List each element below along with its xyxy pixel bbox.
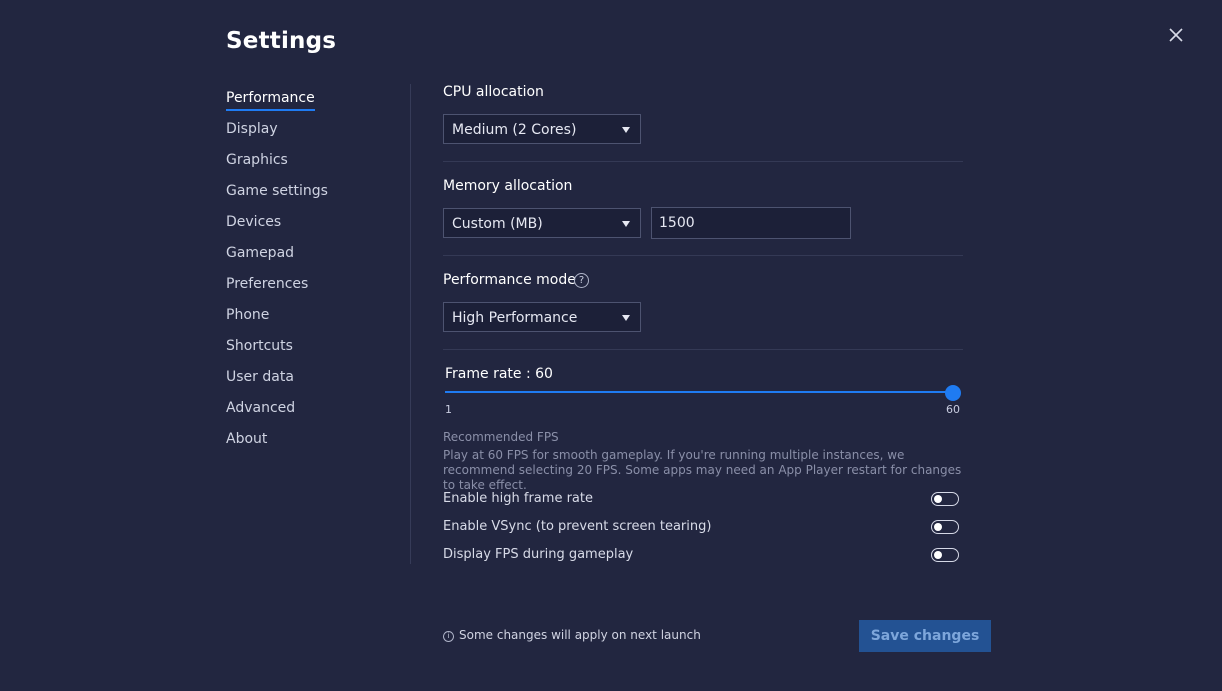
- nav-item-about[interactable]: About: [226, 431, 267, 453]
- page-title: Settings: [226, 28, 337, 54]
- recommended-fps-heading: Recommended FPS: [443, 430, 559, 444]
- toggle-label-display-fps: Display FPS during gameplay: [443, 547, 634, 562]
- close-icon[interactable]: [1166, 25, 1186, 45]
- performance-mode-value: High Performance: [452, 310, 578, 326]
- frame-rate-slider-track[interactable]: [445, 391, 953, 393]
- frame-rate-slider-handle[interactable]: [945, 385, 961, 401]
- recommended-fps-text: Play at 60 FPS for smooth gameplay. If y…: [443, 448, 962, 492]
- restart-note-text: Some changes will apply on next launch: [459, 628, 701, 642]
- display-fps-toggle[interactable]: [931, 548, 959, 562]
- cpu-allocation-select[interactable]: Medium (2 Cores): [443, 114, 641, 144]
- cpu-allocation-label: CPU allocation: [443, 84, 544, 100]
- restart-note: i Some changes will apply on next launch: [443, 628, 701, 642]
- frame-rate-min-label: 1: [445, 403, 452, 416]
- toggle-label-vsync: Enable VSync (to prevent screen tearing): [443, 519, 712, 534]
- memory-allocation-select[interactable]: Custom (MB): [443, 208, 641, 238]
- memory-allocation-label: Memory allocation: [443, 178, 573, 194]
- toggle-knob: [934, 551, 942, 559]
- high-frame-rate-toggle[interactable]: [931, 492, 959, 506]
- nav-item-performance[interactable]: Performance: [226, 90, 315, 112]
- vsync-toggle[interactable]: [931, 520, 959, 534]
- nav-item-devices[interactable]: Devices: [226, 214, 281, 236]
- save-changes-button[interactable]: Save changes: [859, 620, 991, 652]
- nav-item-advanced[interactable]: Advanced: [226, 400, 295, 422]
- performance-mode-label: Performance mode: [443, 272, 576, 288]
- frame-rate-max-label: 60: [946, 403, 960, 416]
- nav-item-preferences[interactable]: Preferences: [226, 276, 308, 298]
- section-divider: [443, 255, 963, 256]
- memory-allocation-value: Custom (MB): [452, 216, 543, 232]
- toggle-label-high-frame-rate: Enable high frame rate: [443, 491, 593, 506]
- info-icon: i: [443, 631, 454, 642]
- nav-item-game-settings[interactable]: Game settings: [226, 183, 328, 205]
- nav-divider: [410, 84, 411, 564]
- nav-item-gamepad[interactable]: Gamepad: [226, 245, 294, 267]
- frame-rate-label: Frame rate : 60: [445, 366, 553, 382]
- nav-item-display[interactable]: Display: [226, 121, 278, 143]
- chevron-down-icon: [622, 221, 630, 227]
- performance-mode-select[interactable]: High Performance: [443, 302, 641, 332]
- nav-item-shortcuts[interactable]: Shortcuts: [226, 338, 293, 360]
- nav-item-user-data[interactable]: User data: [226, 369, 294, 391]
- section-divider: [443, 349, 963, 350]
- chevron-down-icon: [622, 315, 630, 321]
- toggle-knob: [934, 495, 942, 503]
- chevron-down-icon: [622, 127, 630, 133]
- section-divider: [443, 161, 963, 162]
- nav-item-phone[interactable]: Phone: [226, 307, 269, 329]
- help-icon[interactable]: ?: [574, 273, 589, 288]
- memory-amount-input[interactable]: [651, 207, 851, 239]
- toggle-knob: [934, 523, 942, 531]
- nav-item-graphics[interactable]: Graphics: [226, 152, 288, 174]
- cpu-allocation-value: Medium (2 Cores): [452, 122, 577, 138]
